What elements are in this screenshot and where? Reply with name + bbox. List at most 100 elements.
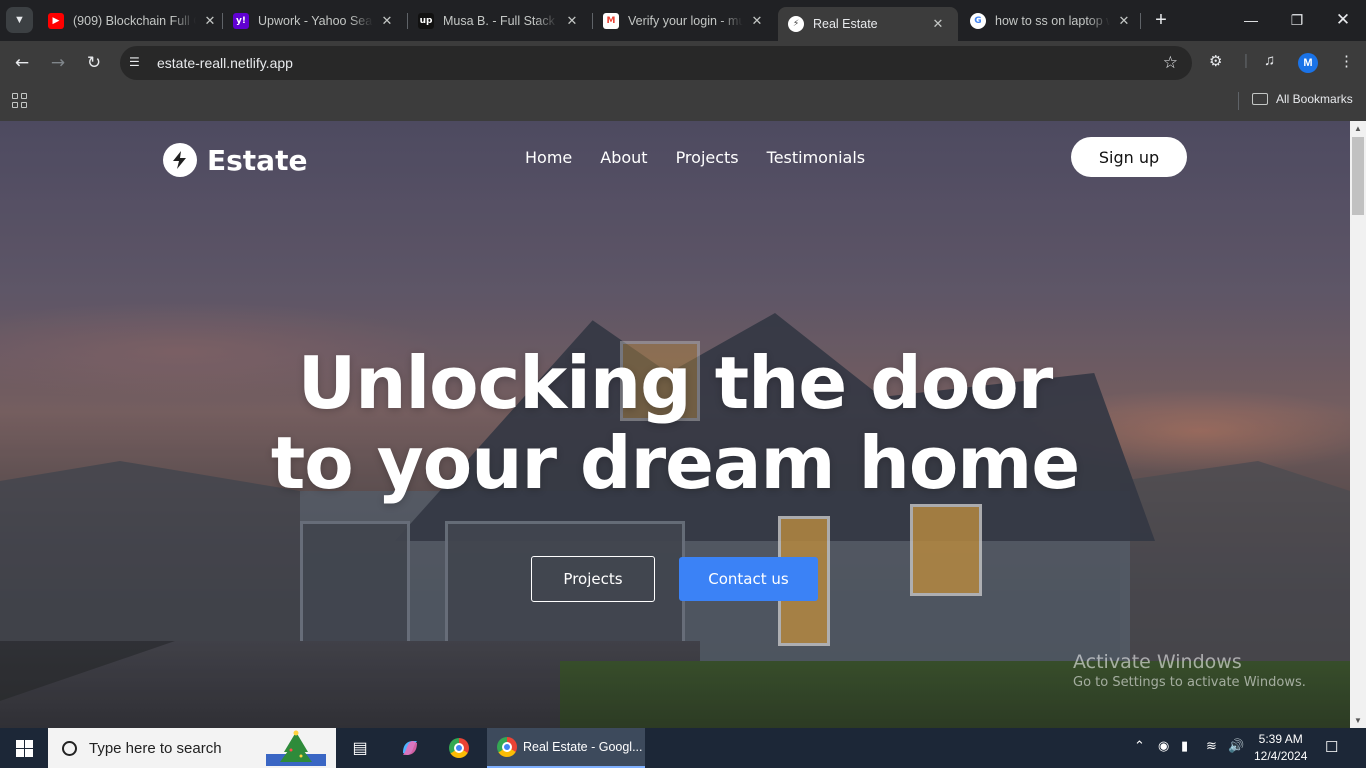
extensions-icon[interactable]: ⚙: [1209, 52, 1222, 70]
copilot-icon[interactable]: [398, 736, 422, 760]
scroll-down-icon[interactable]: ▼: [1354, 716, 1362, 725]
tab-real-estate[interactable]: ⚡ Real Estate ✕: [778, 7, 958, 41]
nav-link-testimonials[interactable]: Testimonials: [767, 148, 866, 167]
tab-gmail[interactable]: M Verify your login - musa ✕: [603, 6, 765, 36]
search-icon: [62, 740, 77, 756]
taskbar-search[interactable]: Type here to search: [48, 728, 336, 768]
all-bookmarks-button[interactable]: All Bookmarks: [1252, 92, 1353, 106]
windows-logo-icon: [15, 739, 33, 757]
task-view-icon[interactable]: ▤: [348, 736, 372, 760]
tab-divider: [592, 13, 593, 29]
watermark-title: Activate Windows: [1073, 651, 1242, 673]
arrow-right-icon: →: [50, 53, 66, 73]
watermark-subtitle: Go to Settings to activate Windows.: [1073, 675, 1306, 690]
all-bookmarks-label: All Bookmarks: [1276, 92, 1353, 106]
clock-date: 12/4/2024: [1254, 749, 1308, 763]
close-window-button[interactable]: ✕: [1320, 6, 1366, 34]
close-icon[interactable]: ✕: [1116, 13, 1132, 29]
youtube-icon: ▶: [48, 13, 64, 29]
contact-button[interactable]: Contact us: [679, 557, 818, 601]
tab-title: Real Estate: [813, 17, 878, 31]
restore-button[interactable]: ❐: [1274, 6, 1320, 34]
scroll-thumb[interactable]: [1352, 137, 1364, 215]
notifications-icon[interactable]: ☐: [1325, 738, 1338, 756]
chrome-icon: [497, 737, 517, 757]
close-icon[interactable]: ✕: [564, 13, 580, 29]
bolt-icon: ⚡: [788, 16, 804, 32]
search-placeholder: Type here to search: [89, 739, 222, 757]
battery-icon[interactable]: ▮: [1181, 738, 1188, 754]
forward-button[interactable]: →: [46, 51, 70, 75]
toolbar-divider: |: [1244, 52, 1248, 69]
chrome-taskbar-icon[interactable]: [447, 736, 471, 760]
chrome-window-button[interactable]: Real Estate - Googl...: [487, 728, 645, 768]
bolt-icon: [163, 143, 197, 177]
tab-upwork[interactable]: up Musa B. - Full Stack developer ✕: [418, 6, 580, 36]
site-logo[interactable]: Estate: [163, 143, 307, 177]
bookmarks-bar: [0, 85, 1366, 121]
apps-grid-icon[interactable]: [12, 93, 28, 109]
wifi-icon[interactable]: ≋: [1206, 738, 1217, 754]
meet-now-icon[interactable]: ◉: [1158, 738, 1169, 754]
close-icon[interactable]: ✕: [202, 13, 218, 29]
tab-divider: [222, 13, 223, 29]
clock-time: 5:39 AM: [1258, 732, 1303, 746]
nav-link-about[interactable]: About: [600, 148, 647, 167]
close-icon[interactable]: ✕: [749, 13, 765, 29]
reload-button[interactable]: ↻: [82, 51, 106, 75]
bookmarks-divider: [1238, 92, 1239, 110]
url-text[interactable]: estate-reall.netlify.app: [157, 55, 293, 71]
tab-yahoo[interactable]: y! Upwork - Yahoo Search ✕: [233, 6, 395, 36]
address-bar[interactable]: ☰ estate-reall.netlify.app ☆: [120, 46, 1192, 80]
browser-toolbar: ← → ↻ ☰ estate-reall.netlify.app ☆ ⚙ | ♫…: [0, 41, 1366, 85]
tab-divider: [407, 13, 408, 29]
reload-icon: ↻: [86, 53, 102, 73]
signup-button[interactable]: Sign up: [1071, 137, 1187, 177]
nav-link-home[interactable]: Home: [525, 148, 572, 167]
hero-headline-line2: to your dream home: [270, 421, 1080, 505]
media-control-icon[interactable]: ♫: [1264, 52, 1275, 69]
arrow-left-icon: ←: [14, 53, 30, 73]
tab-strip: ▼ ▶ (909) Blockchain Full Course ✕ y! Up…: [0, 0, 1366, 41]
close-icon[interactable]: ✕: [930, 16, 946, 32]
profile-avatar[interactable]: M: [1298, 53, 1318, 73]
tab-google[interactable]: G how to ss on laptop windows ✕: [970, 6, 1132, 36]
system-clock[interactable]: 5:39 AM 12/4/2024: [1254, 731, 1307, 765]
chevron-up-icon[interactable]: ⌃: [1134, 738, 1145, 754]
page-scrollbar[interactable]: ▲ ▼: [1350, 121, 1366, 728]
hero-headline-line1: Unlocking the door: [297, 341, 1054, 425]
site-settings-icon[interactable]: ☰: [129, 55, 145, 71]
tab-divider: [1140, 13, 1141, 29]
page-viewport: Estate Home About Projects Testimonials …: [0, 121, 1350, 728]
site-nav: Home About Projects Testimonials: [525, 148, 865, 167]
nav-link-projects[interactable]: Projects: [676, 148, 739, 167]
back-button[interactable]: ←: [10, 51, 34, 75]
active-window-title: Real Estate - Googl...: [523, 740, 643, 754]
restore-icon: ❐: [1290, 11, 1304, 28]
tab-youtube[interactable]: ▶ (909) Blockchain Full Course ✕: [48, 6, 218, 36]
chevron-down-icon: ▼: [14, 14, 25, 26]
christmas-tree-icon: [266, 730, 326, 766]
close-icon: ✕: [1335, 10, 1351, 29]
tab-search-button[interactable]: ▼: [6, 7, 33, 33]
close-icon[interactable]: ✕: [379, 13, 395, 29]
star-icon[interactable]: ☆: [1163, 53, 1178, 73]
minimize-button[interactable]: —: [1228, 6, 1274, 34]
windows-taskbar: Type here to search ▤ Real Estate - Goog…: [0, 728, 1366, 768]
scroll-up-icon[interactable]: ▲: [1354, 124, 1362, 133]
gmail-icon: M: [603, 13, 619, 29]
tab-title: Musa B. - Full Stack developer: [443, 14, 558, 28]
new-tab-button[interactable]: +: [1151, 9, 1171, 32]
google-icon: G: [970, 13, 986, 29]
tab-title: (909) Blockchain Full Course: [73, 14, 196, 28]
activate-windows-watermark: Activate Windows Go to Settings to activ…: [1073, 651, 1306, 690]
menu-kebab-icon[interactable]: ⋮: [1339, 52, 1354, 70]
tab-title: Verify your login - musa: [628, 14, 743, 28]
volume-icon[interactable]: 🔊: [1228, 738, 1244, 754]
logo-text: Estate: [207, 143, 308, 177]
tab-title: Upwork - Yahoo Search: [258, 14, 373, 28]
folder-icon: [1252, 93, 1268, 105]
projects-button[interactable]: Projects: [531, 556, 655, 602]
start-button[interactable]: [0, 728, 48, 768]
tab-title: how to ss on laptop windows: [995, 14, 1110, 28]
